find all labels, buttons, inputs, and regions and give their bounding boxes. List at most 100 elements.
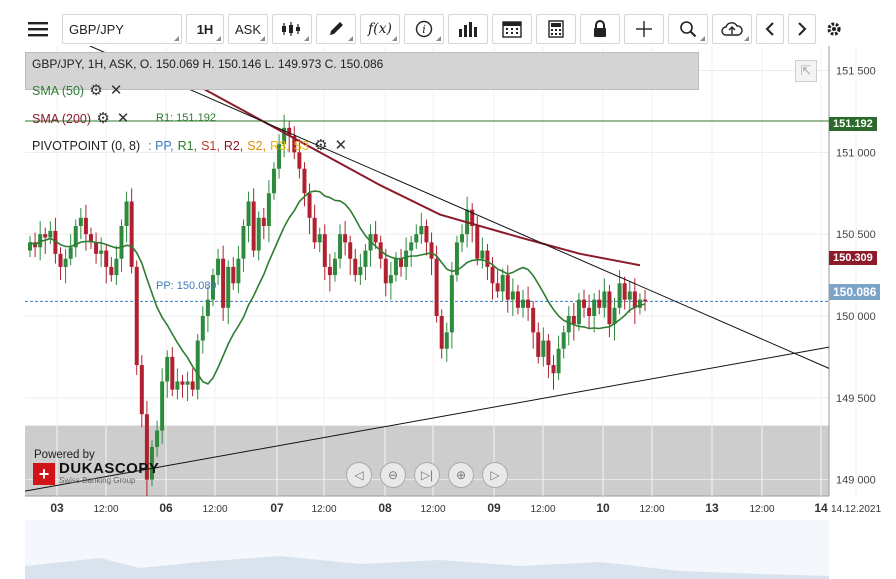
x-tick-label: 12:00 bbox=[639, 504, 664, 515]
x-tick-label: 07 bbox=[270, 501, 284, 515]
candle-body bbox=[165, 356, 170, 382]
candle-body bbox=[236, 258, 241, 284]
info-button[interactable]: i bbox=[404, 14, 444, 44]
sma50-legend: SMA (50) ⚙ ✕ bbox=[32, 83, 124, 99]
timeframe-selector[interactable]: 1H bbox=[186, 14, 224, 44]
zoom-button[interactable] bbox=[668, 14, 708, 44]
pivot-s2: S2, bbox=[247, 139, 267, 153]
x-tick-label: 14 bbox=[814, 501, 828, 515]
candle-body bbox=[119, 226, 124, 259]
chart-app: GBP/JPY 1H ASK f(x) i 151.500 151.000 15… bbox=[0, 0, 896, 579]
candle-body bbox=[551, 365, 556, 374]
x-tick-label: 12:00 bbox=[311, 504, 336, 515]
x-tick-label: 12:00 bbox=[202, 504, 227, 515]
scroll-right-button[interactable] bbox=[788, 14, 816, 44]
candle-body bbox=[622, 283, 627, 300]
expand-icon: ⇱ bbox=[800, 63, 812, 78]
chart-type-button[interactable] bbox=[272, 14, 312, 44]
pivot-label: PIVOTPOINT (0, 8) bbox=[32, 139, 141, 153]
candle-body bbox=[602, 291, 607, 308]
candle-body bbox=[78, 217, 83, 226]
candle-body bbox=[434, 258, 439, 316]
upload-button[interactable] bbox=[712, 14, 752, 44]
reset-button[interactable]: ▷| bbox=[414, 462, 440, 488]
candle-body bbox=[307, 193, 312, 218]
candle-body bbox=[414, 234, 419, 243]
gear-icon[interactable]: ⚙ bbox=[313, 138, 329, 154]
candle-body bbox=[582, 299, 587, 308]
zoom-in-button[interactable]: ⊕ bbox=[448, 462, 474, 488]
expand-button[interactable]: ⇱ bbox=[795, 60, 817, 82]
zoom-in-icon: ⊕ bbox=[455, 468, 467, 482]
candle-body bbox=[363, 250, 368, 267]
candle-body bbox=[643, 299, 647, 302]
side-selector[interactable]: ASK bbox=[228, 14, 268, 44]
lock-icon bbox=[594, 20, 606, 37]
candle-body bbox=[541, 340, 546, 357]
triangle-right-icon: ▷ bbox=[490, 468, 500, 482]
candle-body bbox=[190, 381, 195, 390]
candle-body bbox=[322, 234, 327, 267]
candle-body bbox=[526, 299, 531, 308]
candle-body bbox=[231, 266, 236, 284]
candle-body bbox=[561, 332, 566, 349]
bar-chart-icon bbox=[459, 22, 477, 37]
pp-level-label: PP: 150.089 bbox=[156, 280, 217, 292]
pan-left-button[interactable]: ◁ bbox=[346, 462, 372, 488]
pivot-s3: S3 bbox=[293, 139, 309, 153]
zoom-out-button[interactable]: ⊖ bbox=[380, 462, 406, 488]
calculator-button[interactable] bbox=[536, 14, 576, 44]
candle-body bbox=[348, 242, 353, 259]
candle-body bbox=[312, 217, 317, 243]
candle-body bbox=[546, 340, 551, 366]
pan-right-button[interactable]: ▷ bbox=[482, 462, 508, 488]
pivot-r2: R2, bbox=[223, 139, 244, 153]
chart-area[interactable]: 151.500 151.000 150.500 150.000 149.500 149.0… bbox=[0, 46, 896, 579]
candle-body bbox=[576, 299, 581, 325]
indicators-button[interactable]: f(x) bbox=[360, 14, 400, 44]
crosshair-icon bbox=[636, 21, 652, 37]
candle-body bbox=[109, 266, 114, 276]
candle-body bbox=[68, 247, 73, 259]
crosshair-button[interactable] bbox=[624, 14, 664, 44]
volume-button[interactable] bbox=[448, 14, 488, 44]
timeframe-label: 1H bbox=[196, 21, 214, 37]
candle-body bbox=[409, 242, 414, 251]
candle-body bbox=[251, 201, 256, 251]
lock-button[interactable] bbox=[580, 14, 620, 44]
sma50-label: SMA (50) bbox=[32, 84, 85, 98]
close-icon[interactable]: ✕ bbox=[115, 111, 131, 127]
candle-body bbox=[485, 250, 490, 267]
draw-button[interactable] bbox=[316, 14, 356, 44]
symbol-selector[interactable]: GBP/JPY bbox=[62, 14, 182, 44]
candle-body bbox=[480, 250, 485, 259]
logo-text: DUKASCOPY bbox=[59, 460, 160, 477]
scroll-left-button[interactable] bbox=[756, 14, 784, 44]
menu-button[interactable] bbox=[18, 14, 58, 44]
candle-body bbox=[500, 275, 505, 292]
gear-icon[interactable]: ⚙ bbox=[88, 83, 104, 99]
toolbar: GBP/JPY 1H ASK f(x) i bbox=[18, 12, 888, 46]
candle-body bbox=[404, 250, 409, 267]
close-icon[interactable]: ✕ bbox=[108, 83, 124, 99]
price-chart[interactable]: 151.500151.000150.500150.000149.500149.0… bbox=[0, 46, 896, 579]
x-tick-label: 10 bbox=[596, 501, 610, 515]
menu-icon bbox=[28, 22, 48, 37]
settings-button[interactable] bbox=[820, 14, 848, 44]
candle-body bbox=[637, 299, 642, 308]
candle-body bbox=[256, 217, 261, 251]
candle-body bbox=[185, 381, 190, 385]
calendar-button[interactable] bbox=[492, 14, 532, 44]
candle-body bbox=[429, 242, 434, 259]
pivot-s1: S1, bbox=[201, 139, 220, 153]
candle-body bbox=[510, 291, 515, 300]
gear-icon[interactable]: ⚙ bbox=[95, 111, 111, 127]
close-icon[interactable]: ✕ bbox=[333, 138, 349, 154]
candle-body bbox=[195, 340, 200, 390]
candle-body bbox=[261, 217, 266, 226]
candle-body bbox=[495, 283, 500, 292]
candle-body bbox=[419, 226, 424, 235]
chevron-left-icon bbox=[765, 22, 774, 36]
ohlc-info: GBP/JPY, 1H, ASK, O. 150.069 H. 150.146 … bbox=[32, 57, 384, 71]
x-tick-label: 08 bbox=[378, 501, 392, 515]
